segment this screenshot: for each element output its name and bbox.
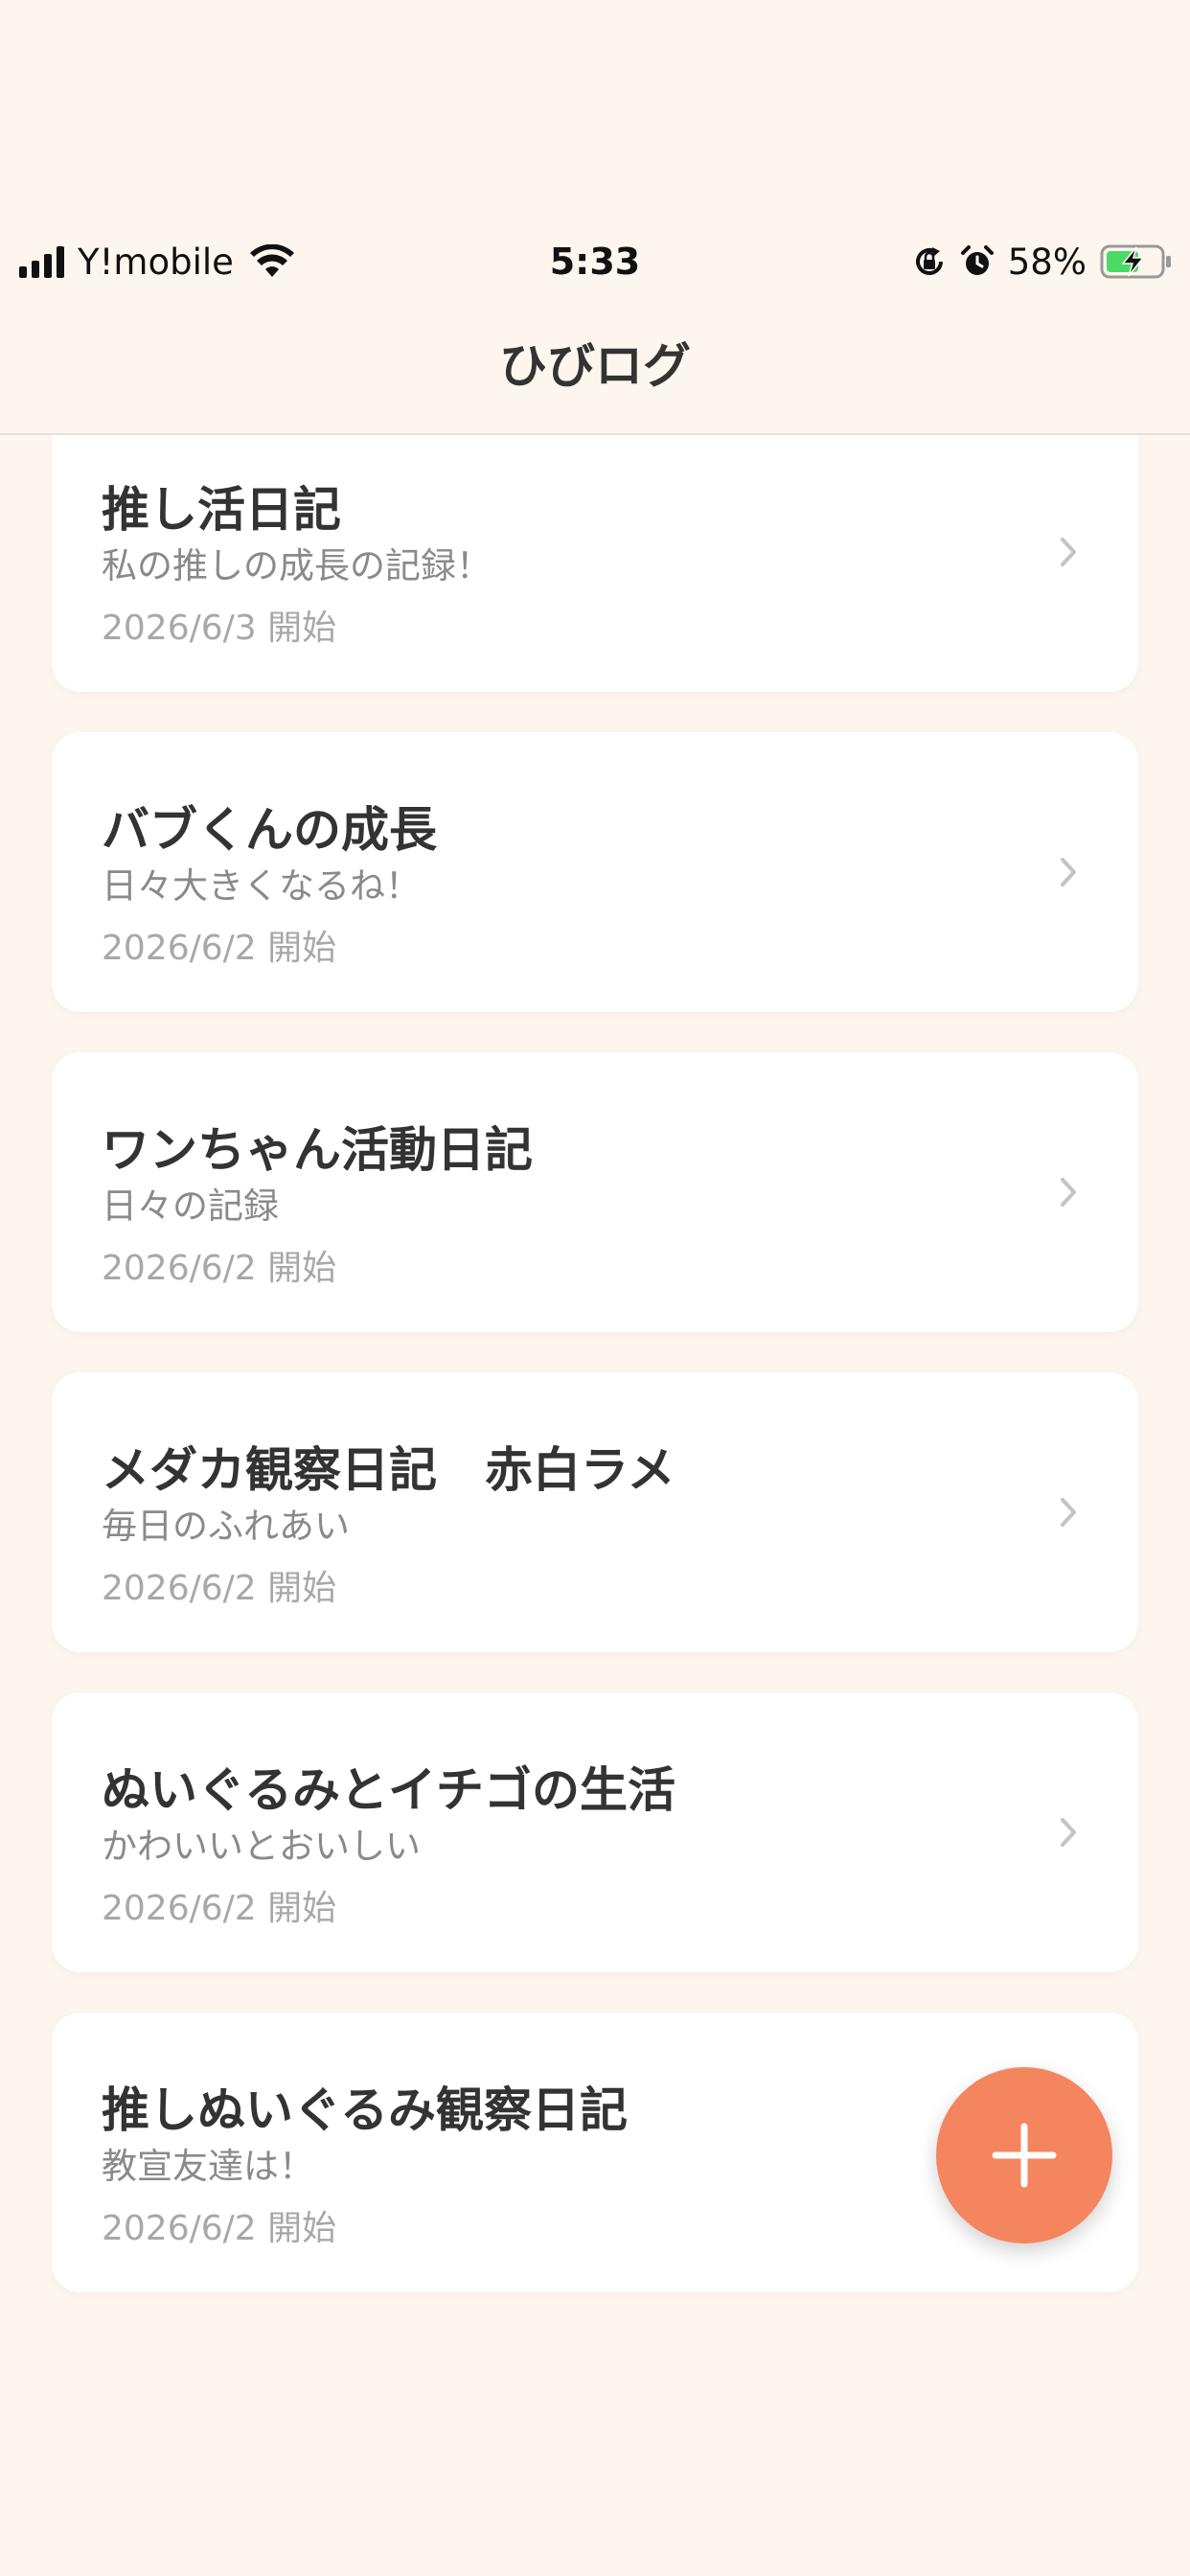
diary-title: ワンちゃん活動日記 (102, 1122, 533, 1178)
orientation-lock-icon (915, 247, 943, 275)
diary-title: メダカ観察日記 赤白ラメ (102, 1442, 675, 1498)
diary-description: 私の推しの成長の記録！ (102, 545, 492, 586)
diary-list[interactable]: 推し活日記 私の推しの成長の記録！ 2026/6/3 開始 バブくんの成長 日々… (0, 433, 1190, 2576)
plus-icon (992, 2123, 1057, 2188)
chevron-right-icon (1061, 1818, 1076, 1847)
chevron-right-icon (1061, 538, 1076, 566)
diary-start-date: 2026/6/2 開始 (102, 929, 337, 968)
alarm-icon (960, 245, 994, 275)
diary-card[interactable]: バブくんの成長 日々大きくなるね！ 2026/6/2 開始 (52, 732, 1138, 1012)
diary-description: 教宣友達は！ (102, 2146, 314, 2187)
diary-description: 日々大きくなるね！ (102, 865, 421, 907)
chevron-right-icon (1061, 858, 1076, 886)
chevron-right-icon (1061, 1498, 1076, 1527)
diary-card[interactable]: ぬいぐるみとイチゴの生活 かわいいとおいしい 2026/6/2 開始 (52, 1692, 1138, 1972)
diary-start-date: 2026/6/2 開始 (102, 2209, 337, 2248)
battery-charging-icon (1100, 244, 1171, 279)
diary-start-date: 2026/6/3 開始 (102, 609, 337, 648)
diary-card[interactable]: 推し活日記 私の推しの成長の記録！ 2026/6/3 開始 (52, 433, 1138, 692)
diary-title: 推しぬいぐるみ観察日記 (102, 2082, 628, 2138)
diary-card[interactable]: ワンちゃん活動日記 日々の記録 2026/6/2 開始 (52, 1052, 1138, 1332)
battery-percent: 58% (1007, 241, 1087, 283)
diary-start-date: 2026/6/2 開始 (102, 1889, 337, 1928)
chevron-right-icon (1061, 1178, 1076, 1207)
add-diary-button[interactable] (936, 2067, 1112, 2243)
diary-start-date: 2026/6/2 開始 (102, 1249, 337, 1288)
diary-title: ぬいぐるみとイチゴの生活 (102, 1762, 675, 1818)
diary-description: 毎日のふれあい (102, 1506, 350, 1547)
diary-title: バブくんの成長 (102, 802, 437, 858)
diary-card[interactable]: メダカ観察日記 赤白ラメ 毎日のふれあい 2026/6/2 開始 (52, 1372, 1138, 1652)
status-right: 58% (912, 230, 1173, 293)
diary-title: 推し活日記 (102, 482, 341, 538)
diary-description: 日々の記録 (102, 1185, 279, 1227)
diary-start-date: 2026/6/2 開始 (102, 1569, 337, 1608)
nav-header: ひびログ (0, 293, 1190, 435)
status-bar: Y!mobile 5:33 58% (0, 230, 1190, 293)
diary-description: かわいいとおいしい (102, 1826, 421, 1867)
page-title: ひびログ (499, 338, 691, 394)
